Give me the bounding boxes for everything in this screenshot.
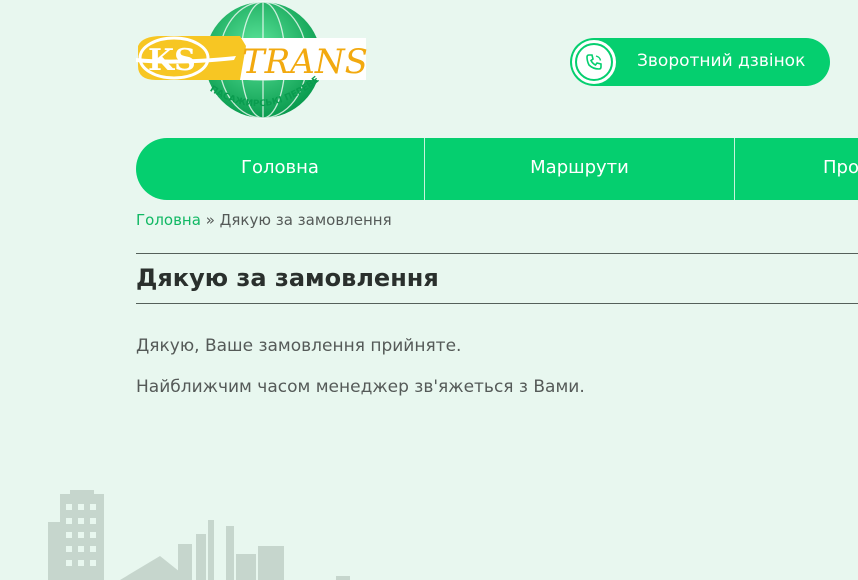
breadcrumb-home-link[interactable]: Головна [136, 211, 201, 229]
page: KS TRANS ПАСАЖИРСЬКІ ПЕРЕВЕЗЕННЯ Зворотн… [0, 0, 858, 580]
nav-item-home[interactable]: Головна [136, 138, 425, 200]
callback-button[interactable]: Зворотний дзвінок [570, 38, 830, 86]
site-logo[interactable]: KS TRANS ПАСАЖИРСЬКІ ПЕРЕВЕЗЕННЯ [136, 0, 368, 124]
title-top-divider [136, 253, 858, 254]
breadcrumb-separator: » [200, 211, 220, 229]
nav-item-routes[interactable]: Маршрути [425, 138, 735, 200]
phone-icon [572, 40, 616, 84]
nav-item-about[interactable]: Про [735, 138, 858, 200]
main-nav: Головна Маршрути Про [136, 138, 858, 200]
confirmation-text: Дякую, Ваше замовлення прийняте. [136, 336, 462, 356]
callback-label: Зворотний дзвінок [637, 51, 806, 71]
manager-contact-text: Найближчим часом менеджер зв'яжеться з В… [136, 377, 585, 397]
logo-trans-text: TRANS [242, 42, 368, 82]
logo-ks-text: KS [148, 43, 196, 78]
title-bottom-divider [136, 303, 858, 304]
page-title: Дякую за замовлення [136, 264, 439, 292]
breadcrumb-current: Дякую за замовлення [219, 211, 392, 229]
city-skyline-illustration [48, 490, 350, 580]
breadcrumb: Головна » Дякую за замовлення [136, 211, 392, 229]
